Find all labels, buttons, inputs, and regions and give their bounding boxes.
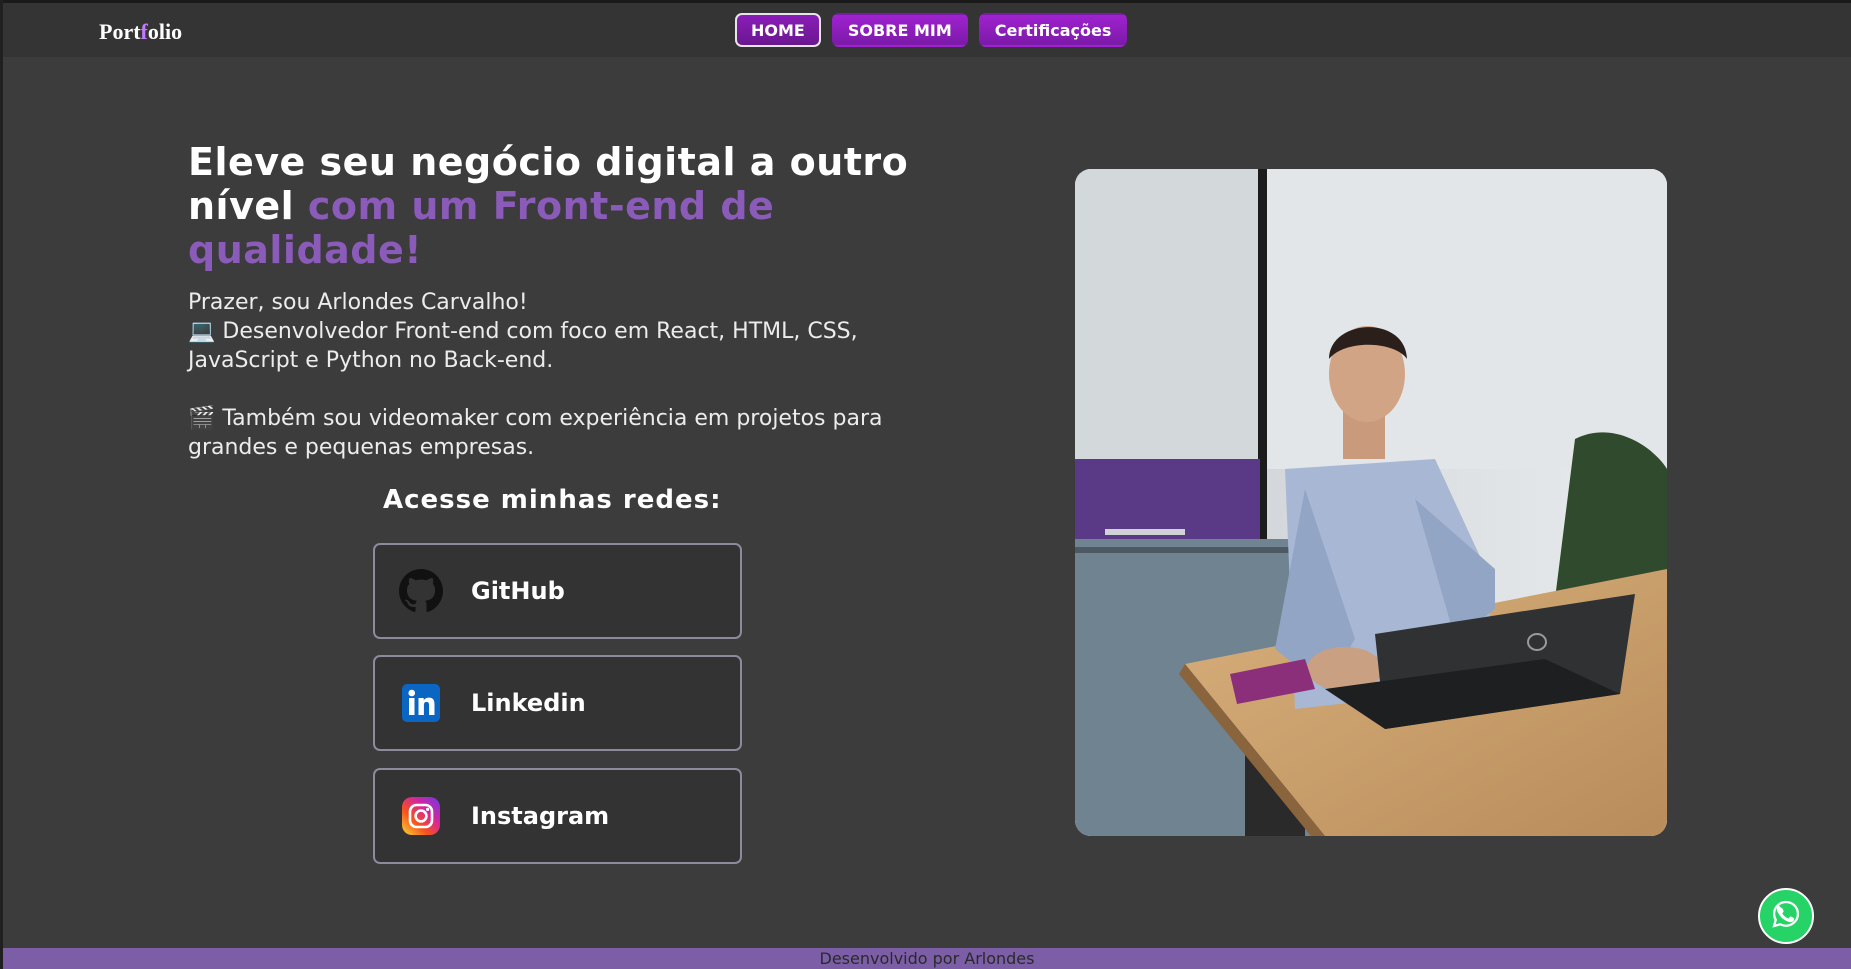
linkedin-link-button[interactable]: Linkedin [373,655,742,751]
linkedin-icon [399,681,443,725]
socials-heading: Acesse minhas redes: [383,485,722,515]
logo-text-accent: f [140,19,148,44]
main-nav: HOME SOBRE MIM Certificações [735,13,1128,47]
nav-certificacoes-button[interactable]: Certificações [978,13,1128,47]
site-logo[interactable]: Portfolio [99,19,182,45]
github-icon [399,569,443,613]
intro-text: Prazer, sou Arlondes Carvalho! 💻 Desenvo… [188,288,948,462]
profile-photo-illustration [1075,169,1667,836]
whatsapp-button[interactable] [1758,888,1814,944]
linkedin-label: Linkedin [471,689,586,717]
footer-credit: Desenvolvido por Arlondes [819,949,1035,968]
window-left-edge [0,0,3,969]
nav-sobre-mim-button[interactable]: SOBRE MIM [831,13,968,47]
site-header: Portfolio HOME SOBRE MIM Certificações [3,3,1851,57]
instagram-label: Instagram [471,802,610,830]
instagram-icon [399,794,443,838]
github-link-button[interactable]: GitHub [373,543,742,639]
site-footer: Desenvolvido por Arlondes [3,948,1851,969]
intro-developer-line: 💻 Desenvolvedor Front-end com foco em Re… [188,319,858,373]
logo-text-end: olio [147,19,183,44]
hero-title: Eleve seu negócio digital a outro nível … [188,140,928,272]
intro-greeting: Prazer, sou Arlondes Carvalho! [188,290,528,315]
github-label: GitHub [471,577,565,605]
profile-photo [1075,169,1667,836]
instagram-link-button[interactable]: Instagram [373,768,742,864]
whatsapp-icon [1771,899,1801,934]
nav-home-button[interactable]: HOME [735,13,821,47]
intro-videomaker-line: 🎬 Também sou videomaker com experiência … [188,406,883,460]
logo-text-start: Port [99,19,141,44]
